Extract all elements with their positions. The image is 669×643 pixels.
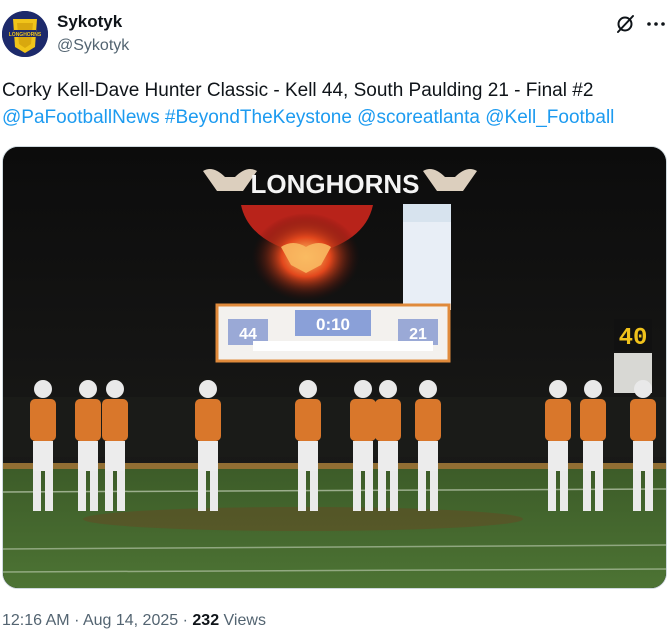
scoreboard: 44 0:10 21 — [215, 303, 451, 363]
post-photo[interactable]: LONGHORNS 44 0:10 21 40 — [2, 146, 667, 589]
meta-separator: · — [74, 612, 80, 629]
home-score: 44 — [239, 326, 257, 343]
author-name[interactable]: Sykotyk — [57, 12, 122, 32]
post-meta: 12:16 AM · Aug 14, 2025 · 232 Views — [2, 612, 266, 630]
mention-pafootballnews[interactable]: @PaFootballNews — [2, 107, 160, 128]
views-count: 232 — [192, 612, 220, 629]
avatar[interactable]: LONGHORNS — [2, 11, 48, 57]
hashtag-beyondthekeystone[interactable]: #BeyondTheKeystone — [165, 107, 352, 128]
grok-icon[interactable] — [614, 13, 636, 35]
post-time[interactable]: 12:16 AM — [2, 612, 70, 629]
away-score: 21 — [409, 326, 427, 343]
tweet-card: LONGHORNS Sykotyk @Sykotyk Corky Kell-Da… — [0, 0, 669, 643]
post-date[interactable]: Aug 14, 2025 — [83, 612, 178, 629]
post-text: Corky Kell-Dave Hunter Classic - Kell 44… — [2, 80, 594, 101]
play-clock-value: 40 — [619, 325, 648, 352]
views-label: Views — [223, 612, 266, 629]
meta-separator: · — [182, 612, 188, 629]
avatar-text: LONGHORNS — [9, 32, 42, 38]
game-clock: 0:10 — [316, 315, 350, 334]
banner-text: LONGHORNS — [251, 169, 420, 199]
mention-scoreatlanta[interactable]: @scoreatlanta — [357, 107, 480, 128]
more-icon[interactable] — [645, 13, 667, 35]
post-links: @PaFootballNews #BeyondTheKeystone @scor… — [2, 107, 614, 129]
author-handle[interactable]: @Sykotyk — [57, 37, 129, 55]
mention-kell-football[interactable]: @Kell_Football — [485, 107, 614, 128]
